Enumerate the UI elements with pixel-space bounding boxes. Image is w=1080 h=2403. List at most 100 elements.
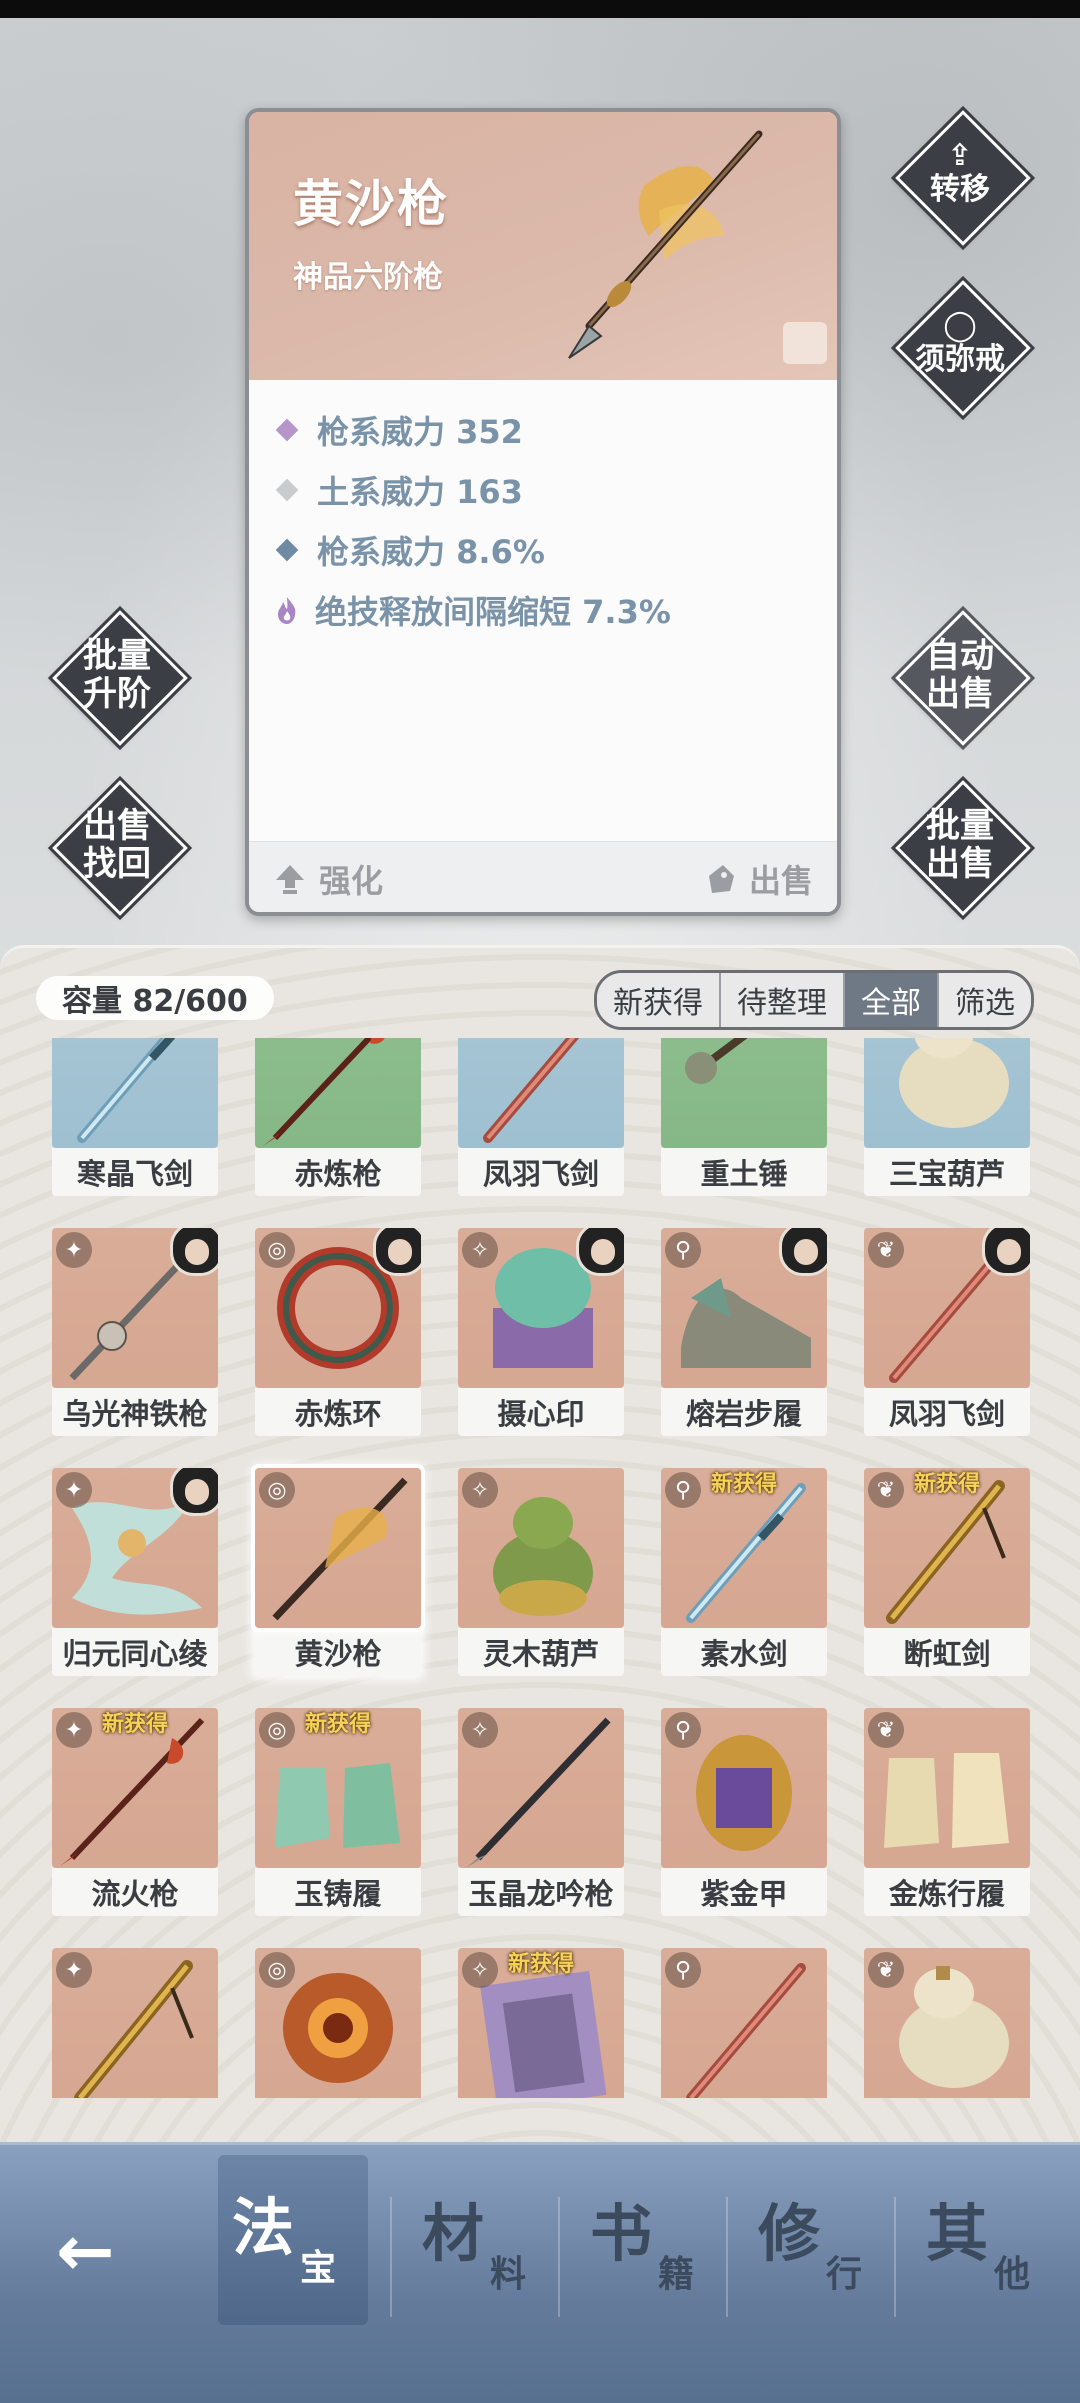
- inventory-item[interactable]: ◎ 黄沙枪: [255, 1468, 421, 1676]
- inventory-item[interactable]: ◎赤铜珠: [255, 1948, 421, 2098]
- bottom-navigation: ← 法 宝 材 料 书 籍 修 行 其 他: [0, 2142, 1080, 2403]
- new-badge: 新获得: [507, 1952, 574, 1977]
- inventory-item[interactable]: ✦ 新获得 流火枪: [52, 1708, 218, 1916]
- inventory-item[interactable]: ❦ 凤羽飞剑: [864, 1228, 1030, 1436]
- auto-sell-button[interactable]: 自动 出售: [890, 605, 1036, 751]
- inventory-item[interactable]: ⚲ 新获得 素水剑: [661, 1468, 827, 1676]
- inventory-item[interactable]: 三宝葫芦: [864, 1038, 1030, 1196]
- item-detail-card: 黄沙枪 神品六阶枪 枪系威力 352 土系威力 163 枪系威力 8.6% 绝技…: [245, 108, 841, 916]
- inventory-item[interactable]: ⚲凤羽飞剑: [661, 1948, 827, 2098]
- batch-upgrade-button[interactable]: 批量 升阶: [47, 605, 193, 751]
- item-type-icon: ❦: [868, 1952, 904, 1988]
- item-type-icon: ✧: [462, 1472, 498, 1508]
- tab-cultivation[interactable]: 修 行: [744, 2183, 894, 2323]
- item-grade: 神品六阶枪: [293, 260, 443, 295]
- tab-books-small: 籍: [658, 2253, 695, 2295]
- inventory-item[interactable]: 寒晶飞剑: [52, 1038, 218, 1196]
- inventory-item[interactable]: ✧ 玉晶龙吟枪: [458, 1708, 624, 1916]
- nav-divider: [390, 2197, 392, 2317]
- inventory-item[interactable]: ⚲ 紫金甲: [661, 1708, 827, 1916]
- equipped-character-avatar: [373, 1228, 421, 1276]
- button-label-group: ⇪ 转移: [895, 110, 1025, 240]
- item-thumbnail: ⚲: [661, 1948, 827, 2098]
- item-name-label: 金炼行履: [864, 1868, 1030, 1916]
- stat-text: 土系威力 163: [317, 473, 523, 511]
- item-name-label: 素水剑: [661, 1628, 827, 1676]
- inventory-item[interactable]: ✧新获得镇狱罪碑: [458, 1948, 624, 2098]
- filter-all[interactable]: 全部: [845, 973, 939, 1027]
- item-thumbnail: ⚲: [661, 1708, 827, 1868]
- item-thumbnail: ❦: [864, 1708, 1030, 1868]
- inventory-item[interactable]: ✦ 归元同心绫: [52, 1468, 218, 1676]
- tab-treasure-small: 宝: [300, 2247, 337, 2289]
- batch-sell-label-line1: 批量: [926, 806, 994, 846]
- inventory-item[interactable]: ❦ 新获得 断虹剑: [864, 1468, 1030, 1676]
- item-grid[interactable]: 寒晶飞剑 赤炼枪 凤羽飞剑 重土锤 三宝葫芦 ✦ 乌光神铁枪 ◎ 赤炼环 ✧ 摄心印 ⚲ 熔岩步履 ❦ 凤羽…: [0, 1038, 1080, 2098]
- stat-text: 枪系威力 352: [317, 413, 523, 451]
- item-type-icon: ◎: [259, 1472, 295, 1508]
- auto-sell-label-line1: 自动: [926, 636, 994, 676]
- item-type-icon: ✧: [462, 1712, 498, 1748]
- filter-unsorted[interactable]: 待整理: [721, 973, 845, 1027]
- inventory-item[interactable]: 凤羽飞剑: [458, 1038, 624, 1196]
- item-thumbnail: ❦ 新获得: [864, 1468, 1030, 1628]
- inventory-item[interactable]: ✦断虹剑: [52, 1948, 218, 2098]
- item-thumbnail: [661, 1038, 827, 1148]
- gourd-icon: [899, 1038, 1009, 1128]
- ring-storage-button[interactable]: ◯ 须弥戒: [890, 275, 1036, 421]
- button-label-group: 批量 升阶: [52, 610, 182, 740]
- nav-divider: [726, 2197, 728, 2317]
- item-thumbnail: ✧ 新获得: [458, 1948, 624, 2098]
- inventory-item[interactable]: 重土锤: [661, 1038, 827, 1196]
- item-thumbnail: ✦: [52, 1948, 218, 2098]
- equipped-character-avatar: [170, 1468, 218, 1516]
- new-badge: 新获得: [304, 1712, 371, 1737]
- filter-screen[interactable]: 筛选: [939, 973, 1031, 1027]
- item-name-label: 凤羽飞剑: [458, 1148, 624, 1196]
- equip-tag-icon[interactable]: [783, 322, 827, 364]
- item-type-icon: ⚲: [665, 1712, 701, 1748]
- item-thumbnail: ✧: [458, 1708, 624, 1868]
- inventory-item[interactable]: ⚲ 熔岩步履: [661, 1228, 827, 1436]
- item-name-label: 黄沙枪: [255, 1628, 421, 1676]
- item-name: 黄沙枪: [293, 175, 449, 233]
- enhance-button[interactable]: 强化: [273, 856, 383, 902]
- inventory-item[interactable]: ❦ 金炼行履: [864, 1708, 1030, 1916]
- inventory-item[interactable]: ❦三宝葫芦: [864, 1948, 1030, 2098]
- item-type-icon: ⚲: [665, 1952, 701, 1988]
- upgrade-arrow-icon: [276, 865, 304, 894]
- item-type-icon: ◎: [259, 1952, 295, 1988]
- tab-treasure[interactable]: 法 宝: [218, 2155, 368, 2325]
- item-thumbnail: ◎: [255, 1948, 421, 2098]
- tab-treasure-big: 法: [232, 2191, 295, 2264]
- inventory-item[interactable]: ◎ 新获得 玉铸履: [255, 1708, 421, 1916]
- inventory-item[interactable]: 赤炼枪: [255, 1038, 421, 1196]
- tab-books-big: 书: [590, 2197, 653, 2270]
- inventory-item[interactable]: ✦ 乌光神铁枪: [52, 1228, 218, 1436]
- equipped-character-avatar: [170, 1228, 218, 1276]
- sell-button[interactable]: 出售: [703, 856, 813, 902]
- filter-new[interactable]: 新获得: [597, 973, 721, 1027]
- inventory-item[interactable]: ◎ 赤炼环: [255, 1228, 421, 1436]
- tab-books[interactable]: 书 籍: [576, 2183, 726, 2323]
- batch-upgrade-label-line2: 升阶: [83, 674, 151, 714]
- inventory-item[interactable]: ✧ 摄心印: [458, 1228, 624, 1436]
- stat-row: 绝技释放间隔缩短 7.3%: [273, 580, 671, 640]
- batch-sell-button[interactable]: 批量 出售: [890, 775, 1036, 921]
- item-type-icon: ⚲: [665, 1232, 701, 1268]
- batch-sell-label-line2: 出售: [926, 844, 994, 884]
- purple-diamond-icon: [275, 418, 299, 442]
- batch-upgrade-label-line1: 批量: [83, 636, 151, 676]
- inventory-item[interactable]: ✧ 灵木葫芦: [458, 1468, 624, 1676]
- item-type-icon: ◎: [259, 1232, 295, 1268]
- tab-other[interactable]: 其 他: [912, 2183, 1062, 2323]
- item-thumbnail: ✧: [458, 1468, 624, 1628]
- item-name-label: 玉铸履: [255, 1868, 421, 1916]
- stat-row: 枪系威力 352: [273, 400, 671, 460]
- sell-recover-button[interactable]: 出售 找回: [47, 775, 193, 921]
- item-name-label: 寒晶飞剑: [52, 1148, 218, 1196]
- tab-materials[interactable]: 材 料: [408, 2183, 558, 2323]
- transfer-button[interactable]: ⇪ 转移: [890, 105, 1036, 251]
- back-arrow-icon[interactable]: ←: [56, 2211, 136, 2291]
- equipped-character-avatar: [576, 1228, 624, 1276]
